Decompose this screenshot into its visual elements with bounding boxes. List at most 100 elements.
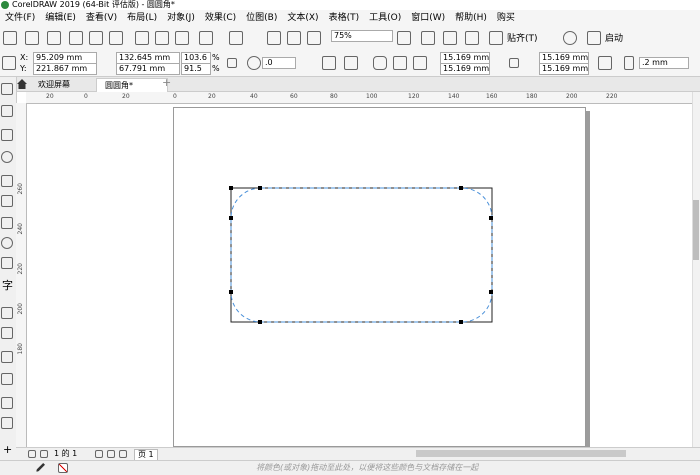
- corner-node-handle[interactable]: [489, 216, 493, 220]
- relative-corner-scaling-icon[interactable]: [598, 56, 612, 70]
- outline-width-select[interactable]: .2 mm: [639, 57, 689, 69]
- corner-node-handle[interactable]: [229, 216, 233, 220]
- menu-table[interactable]: 表格(T): [324, 10, 365, 26]
- rectangle-tool-icon[interactable]: [1, 217, 13, 229]
- vertical-scroll-thumb[interactable]: [693, 200, 699, 260]
- corner-node-handle[interactable]: [258, 320, 262, 324]
- chamfered-corner-icon[interactable]: [413, 56, 427, 70]
- text-tool-icon[interactable]: 字: [2, 280, 13, 291]
- new-document-icon[interactable]: [3, 31, 17, 45]
- menu-help[interactable]: 帮助(H): [450, 10, 492, 26]
- corner-node-handle[interactable]: [489, 290, 493, 294]
- zoom-level-select[interactable]: 75%: [331, 30, 393, 42]
- height-input[interactable]: 67.791 mm: [116, 63, 180, 75]
- cloud-download-icon[interactable]: [89, 31, 103, 45]
- menu-edit[interactable]: 编辑(E): [40, 10, 81, 26]
- menu-text[interactable]: 文本(X): [282, 10, 323, 26]
- rounded-rectangle-object[interactable]: [226, 184, 498, 328]
- pick-tool-icon[interactable]: [1, 83, 13, 95]
- lock-ratio-icon[interactable]: [227, 58, 237, 68]
- menu-file[interactable]: 文件(F): [0, 10, 40, 26]
- copy-icon[interactable]: [155, 31, 169, 45]
- options-gear-icon[interactable]: [563, 31, 577, 45]
- export-icon[interactable]: [287, 31, 301, 45]
- show-rulers-icon[interactable]: [421, 31, 435, 45]
- connector-tool-icon[interactable]: [1, 327, 13, 339]
- export-pdf-icon[interactable]: [307, 31, 321, 45]
- corner-radius-bottom-left[interactable]: 15.169 mm: [440, 63, 490, 75]
- rotation-input[interactable]: .0: [262, 57, 296, 69]
- add-page-icon[interactable]: [119, 450, 127, 458]
- tab-welcome-screen[interactable]: 欢迎屏幕: [30, 78, 78, 91]
- menu-view[interactable]: 查看(V): [81, 10, 122, 26]
- eyedropper-tool-icon[interactable]: [1, 397, 13, 409]
- tab-rounded-corner-document[interactable]: 圆圆角*: [96, 78, 168, 92]
- parallel-dimension-tool-icon[interactable]: [1, 307, 13, 319]
- paste-icon[interactable]: [175, 31, 189, 45]
- transparency-tool-icon[interactable]: [1, 373, 13, 385]
- full-screen-icon[interactable]: [397, 31, 411, 45]
- artistic-media-tool-icon[interactable]: [1, 195, 13, 207]
- zoom-tool-icon[interactable]: [1, 151, 13, 163]
- corner-node-handle[interactable]: [229, 290, 233, 294]
- first-page-icon[interactable]: [28, 450, 36, 458]
- corner-node-handle[interactable]: [258, 186, 262, 190]
- snap-to-menu[interactable]: 贴齐(T): [507, 34, 538, 44]
- y-position-input[interactable]: 221.867 mm: [33, 63, 97, 75]
- ruler-tick: 120: [408, 93, 420, 100]
- polygon-tool-icon[interactable]: [1, 257, 13, 269]
- corner-node-handle[interactable]: [459, 320, 463, 324]
- menu-effects[interactable]: 效果(C): [200, 10, 241, 26]
- show-guidelines-icon[interactable]: [465, 31, 479, 45]
- ruler-tick: 220: [17, 263, 24, 275]
- print-icon[interactable]: [109, 31, 123, 45]
- interactive-fill-tool-icon[interactable]: [1, 417, 13, 429]
- lock-corners-icon[interactable]: [509, 58, 519, 68]
- horizontal-scroll-thumb[interactable]: [416, 450, 626, 457]
- shape-tool-icon[interactable]: [1, 105, 13, 117]
- horizontal-ruler[interactable]: 20 0 20 0 20 40 60 80 100 120 140 160 18…: [26, 92, 700, 104]
- corner-radius-bottom-right[interactable]: 15.169 mm: [539, 63, 589, 75]
- freehand-tool-icon[interactable]: [1, 175, 13, 187]
- vertical-ruler[interactable]: 260 240 220 200 180: [16, 103, 27, 447]
- menu-object[interactable]: 对象(J): [162, 10, 200, 26]
- cloud-upload-icon[interactable]: [69, 31, 83, 45]
- menu-tools[interactable]: 工具(O): [364, 10, 406, 26]
- menu-bitmaps[interactable]: 位图(B): [241, 10, 282, 26]
- round-corner-icon[interactable]: [373, 56, 387, 70]
- redo-icon[interactable]: [229, 31, 243, 45]
- show-grid-icon[interactable]: [443, 31, 457, 45]
- cut-icon[interactable]: [135, 31, 149, 45]
- drop-shadow-tool-icon[interactable]: [1, 351, 13, 363]
- undo-icon[interactable]: [199, 31, 213, 45]
- add-tool-icon[interactable]: +: [3, 444, 12, 455]
- save-icon[interactable]: [47, 31, 61, 45]
- home-icon[interactable]: [17, 79, 27, 89]
- snap-icon[interactable]: [489, 31, 503, 45]
- menu-buy[interactable]: 购买: [492, 10, 520, 26]
- next-page-icon[interactable]: [95, 450, 103, 458]
- no-color-swatch-icon[interactable]: [58, 463, 68, 473]
- import-icon[interactable]: [267, 31, 281, 45]
- menu-layout[interactable]: 布局(L): [122, 10, 162, 26]
- mirror-vertical-icon[interactable]: [344, 56, 358, 70]
- ruler-tick: 220: [606, 93, 618, 100]
- ruler-tick: 60: [290, 93, 298, 100]
- object-origin-icon[interactable]: [2, 56, 16, 70]
- eyedropper-icon[interactable]: [36, 463, 45, 472]
- menu-window[interactable]: 窗口(W): [406, 10, 450, 26]
- scale-y-input[interactable]: 91.5: [181, 63, 211, 75]
- add-tab-icon[interactable]: +: [162, 77, 171, 88]
- scalloped-corner-icon[interactable]: [393, 56, 407, 70]
- launch-menu[interactable]: 启动: [605, 34, 623, 44]
- last-page-icon[interactable]: [107, 450, 115, 458]
- mirror-horizontal-icon[interactable]: [322, 56, 336, 70]
- previous-page-icon[interactable]: [40, 450, 48, 458]
- vertical-scrollbar[interactable]: [692, 92, 700, 447]
- ellipse-tool-icon[interactable]: [1, 237, 13, 249]
- launch-icon[interactable]: [587, 31, 601, 45]
- corner-node-handle[interactable]: [459, 186, 463, 190]
- selection-handle-top-left[interactable]: [229, 186, 233, 190]
- open-icon[interactable]: [25, 31, 39, 45]
- crop-tool-icon[interactable]: [1, 129, 13, 141]
